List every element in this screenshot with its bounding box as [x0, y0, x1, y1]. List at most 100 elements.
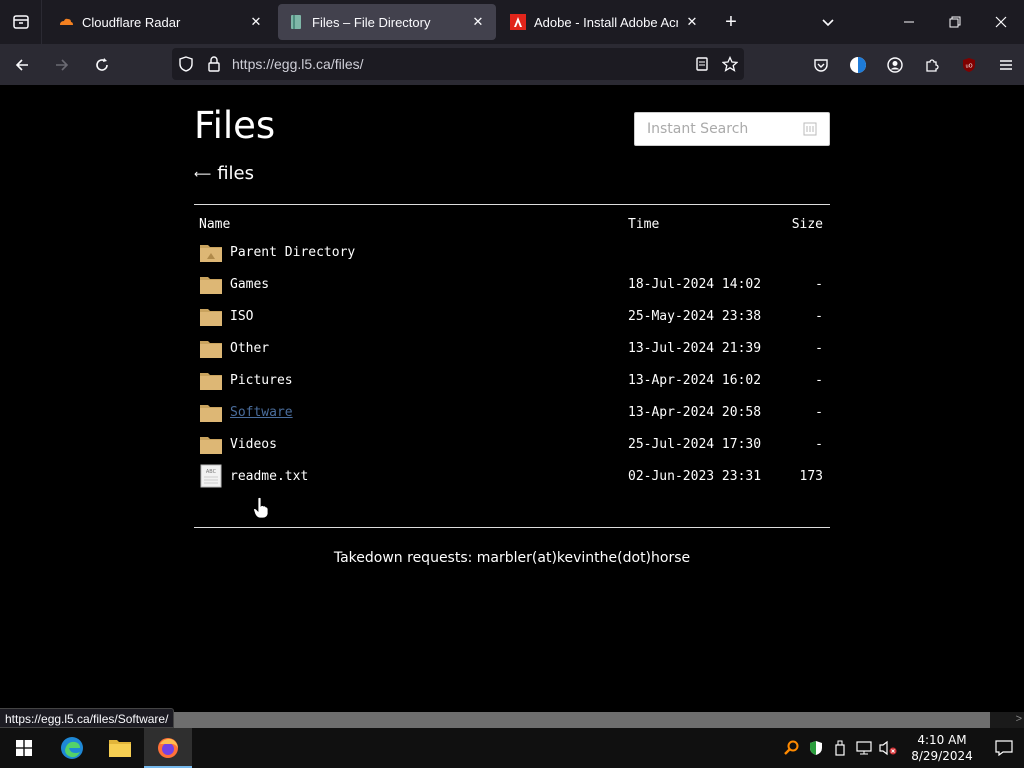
list-all-tabs-button[interactable]: [808, 0, 848, 44]
pocket-button[interactable]: [803, 49, 839, 81]
hand-pointer-cursor-icon: [253, 497, 269, 519]
entry-name[interactable]: Other: [230, 341, 269, 356]
back-arrow-icon[interactable]: ⟵: [194, 167, 211, 181]
entry-time: 13-Apr-2024 16:02: [628, 373, 762, 388]
scroll-right-arrow-icon[interactable]: >: [1016, 713, 1022, 725]
column-header-time[interactable]: Time: [628, 217, 659, 232]
security-shield-icon: [810, 741, 822, 755]
list-item-videos[interactable]: Videos 25-Jul-2024 17:30 -: [194, 429, 830, 461]
entry-name[interactable]: ISO: [230, 309, 253, 324]
action-center-button[interactable]: [984, 728, 1024, 768]
firefox-view-icon: [12, 15, 29, 29]
magnifier-icon: [784, 740, 799, 755]
shield-icon[interactable]: [172, 48, 200, 80]
puzzle-icon: [926, 58, 939, 72]
list-item-software[interactable]: Software 13-Apr-2024 20:58 -: [194, 397, 830, 429]
start-button[interactable]: [0, 728, 48, 768]
entry-time: 02-Jun-2023 23:31: [628, 469, 762, 484]
column-header-size[interactable]: Size: [792, 217, 823, 232]
instant-search-input[interactable]: [635, 121, 795, 137]
instant-search-box[interactable]: [634, 112, 830, 146]
taskbar-file-explorer[interactable]: [96, 728, 144, 768]
entry-name[interactable]: readme.txt: [230, 469, 308, 484]
list-item-pictures[interactable]: Pictures 13-Apr-2024 16:02 -: [194, 365, 830, 397]
tab-title: Adobe - Install Adobe Acrobat: [534, 14, 678, 30]
cloudflare-icon: [60, 18, 73, 25]
entry-time: 25-Jul-2024 17:30: [628, 437, 762, 452]
entry-name[interactable]: Videos: [230, 437, 277, 452]
close-tab-icon[interactable]: ✕: [470, 14, 486, 30]
dark-reader-extension-button[interactable]: [840, 49, 876, 81]
pocket-icon: [814, 58, 828, 72]
account-button[interactable]: [877, 49, 913, 81]
text-file-icon: ABC: [200, 464, 222, 488]
ublock-shield-icon: uO: [963, 57, 975, 72]
entry-name[interactable]: Pictures: [230, 373, 293, 388]
usb-device-tray-icon[interactable]: [828, 728, 852, 768]
tab-title: Cloudflare Radar: [82, 14, 181, 30]
tab-files-directory[interactable]: Files – File Directory ✕: [278, 4, 496, 40]
forward-button[interactable]: [44, 49, 80, 81]
tab-cloudflare-radar[interactable]: Cloudflare Radar ✕: [48, 4, 274, 40]
listing-header: Name Time Size: [194, 217, 830, 237]
arrow-left-icon: [15, 58, 28, 71]
list-item-other[interactable]: Other 13-Jul-2024 21:39 -: [194, 333, 830, 365]
entry-time: 25-May-2024 23:38: [628, 309, 762, 324]
plus-icon: +: [725, 10, 737, 33]
clock-date: 8/29/2024: [911, 749, 973, 763]
close-tab-icon[interactable]: ✕: [684, 14, 700, 30]
reload-button[interactable]: [84, 49, 120, 81]
network-tray-icon[interactable]: [852, 728, 876, 768]
url-text[interactable]: https://egg.l5.ca/files/: [232, 56, 688, 72]
entry-name[interactable]: Games: [230, 277, 269, 292]
list-item-readme[interactable]: ABC readme.txt 02-Jun-2023 23:31 173: [194, 461, 830, 493]
minimize-icon: [904, 21, 914, 23]
divider: [194, 527, 830, 528]
column-header-name[interactable]: Name: [199, 217, 230, 232]
account-icon: [887, 56, 903, 73]
entry-size: -: [815, 437, 823, 452]
taskbar-edge[interactable]: [48, 728, 96, 768]
lock-icon[interactable]: [200, 48, 228, 80]
navigation-toolbar: https://egg.l5.ca/files/ uO: [0, 44, 1024, 85]
back-button[interactable]: [4, 49, 40, 81]
minimize-button[interactable]: [886, 0, 932, 44]
list-item-parent-directory[interactable]: Parent Directory: [194, 237, 830, 269]
search-tray-icon[interactable]: [780, 728, 804, 768]
new-tab-button[interactable]: +: [714, 5, 748, 39]
address-bar[interactable]: https://egg.l5.ca/files/: [172, 48, 744, 80]
app-menu-button[interactable]: [988, 49, 1024, 81]
folder-icon: [200, 309, 222, 326]
list-item-iso[interactable]: ISO 25-May-2024 23:38 -: [194, 301, 830, 333]
entry-name[interactable]: Parent Directory: [230, 245, 355, 260]
folder-icon: [200, 373, 222, 390]
restore-button[interactable]: [932, 0, 978, 44]
firefox-view-button[interactable]: [0, 0, 42, 44]
close-icon: [995, 16, 1007, 28]
taskbar-firefox[interactable]: [144, 728, 192, 768]
extensions-button[interactable]: [914, 49, 950, 81]
folder-icon: [200, 341, 222, 358]
footer-takedown: Takedown requests: marbler(at)kevinthe(d…: [333, 550, 691, 566]
entry-size: -: [815, 405, 823, 420]
entry-name[interactable]: Software: [230, 405, 293, 420]
edge-icon: [61, 737, 83, 759]
bookmark-star-icon[interactable]: [716, 48, 744, 80]
taskbar-clock[interactable]: 4:10 AM 8/29/2024: [900, 732, 984, 764]
volume-tray-icon[interactable]: [876, 728, 900, 768]
arrow-right-icon: [56, 58, 69, 71]
close-tab-icon[interactable]: ✕: [248, 14, 264, 30]
list-item-games[interactable]: Games 18-Jul-2024 14:02 -: [194, 269, 830, 301]
breadcrumb-current: files: [217, 163, 254, 184]
folder-icon: [200, 437, 222, 454]
reader-view-icon[interactable]: [688, 48, 716, 80]
close-window-button[interactable]: [978, 0, 1024, 44]
entry-size: -: [815, 309, 823, 324]
file-icon: [291, 15, 301, 29]
usb-drive-icon: [835, 740, 845, 756]
chevron-down-icon: [822, 19, 834, 27]
ublock-origin-button[interactable]: uO: [951, 49, 987, 81]
windows-security-tray-icon[interactable]: [804, 728, 828, 768]
tab-adobe-install[interactable]: Adobe - Install Adobe Acrobat ✕: [500, 4, 710, 40]
entry-size: 173: [799, 469, 823, 484]
